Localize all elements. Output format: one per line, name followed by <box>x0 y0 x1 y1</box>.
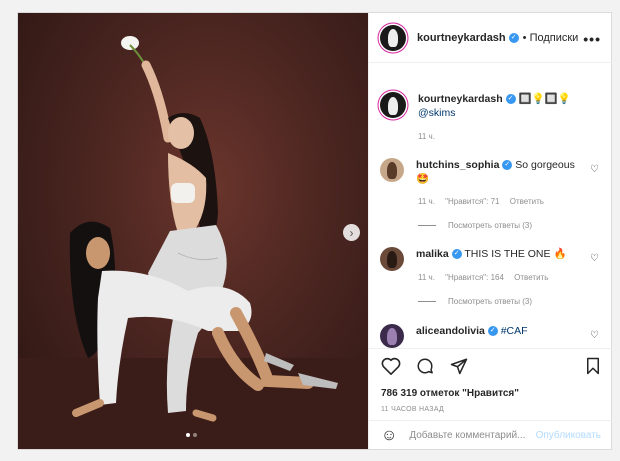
comments-list[interactable]: kourtneykardash ✓ 🔲💡🔲💡 @skims 11 ч. hutc… <box>369 64 613 348</box>
photo-illustration <box>18 36 368 449</box>
follow-button[interactable]: • Подписки <box>523 32 579 44</box>
comment-username[interactable]: malika <box>416 248 449 260</box>
comment-bubble-icon[interactable] <box>415 357 435 375</box>
caption-avatar[interactable] <box>380 92 406 118</box>
carousel-dot <box>186 433 190 437</box>
comment-text: THIS IS THE ONE <box>464 248 551 260</box>
carousel-dot <box>193 433 197 437</box>
comment-item: malika ✓ THIS IS THE ONE 🔥 <box>380 247 586 271</box>
verified-icon: ✓ <box>508 32 519 43</box>
comment-username[interactable]: hutchins_sophia <box>416 159 499 171</box>
comment-meta: 11 ч. "Нравится": 164 Ответить <box>418 273 556 282</box>
commenter-avatar[interactable] <box>380 247 404 271</box>
commenter-avatar[interactable] <box>380 324 404 348</box>
verified-icon: ✓ <box>487 326 498 337</box>
bookmark-icon[interactable] <box>585 357 601 375</box>
carousel-next-button[interactable]: › <box>343 224 360 241</box>
commenter-avatar[interactable] <box>380 158 404 182</box>
comment-time: 11 ч. <box>418 273 435 282</box>
carousel-dots <box>186 433 197 437</box>
post-frame: › kourtneykardash ✓ • Подписки ••• kourt… <box>17 12 613 450</box>
reply-button[interactable]: Ответить <box>514 273 548 282</box>
like-comment-icon[interactable]: ♡ <box>590 164 599 175</box>
like-comment-icon[interactable]: ♡ <box>590 330 599 341</box>
comment-composer: ☺ Добавьте комментарий... Опубликовать <box>369 420 613 450</box>
comment-likes[interactable]: "Нравится": 71 <box>445 197 499 206</box>
comment-text[interactable]: #CAF <box>501 325 528 337</box>
verified-icon: ✓ <box>505 94 516 105</box>
like-heart-icon[interactable] <box>381 357 401 375</box>
comment-item: aliceandolivia ✓ #CAF <box>380 324 586 348</box>
view-replies-button[interactable]: Посмотреть ответы (3) <box>418 221 532 230</box>
publish-button[interactable]: Опубликовать <box>536 430 601 441</box>
like-comment-icon[interactable]: ♡ <box>590 253 599 264</box>
author-username[interactable]: kourtneykardash <box>417 32 506 44</box>
likes-count[interactable]: 786 319 отметок "Нравится" <box>381 388 519 399</box>
verified-icon: ✓ <box>451 249 462 260</box>
author-avatar[interactable] <box>380 24 406 51</box>
share-send-icon[interactable] <box>449 357 469 375</box>
caption-mention[interactable]: @skims <box>418 107 456 119</box>
caption-username[interactable]: kourtneykardash <box>418 93 503 105</box>
post-sidebar: kourtneykardash ✓ • Подписки ••• kourtne… <box>368 13 613 449</box>
reply-button[interactable]: Ответить <box>510 197 544 206</box>
post-header: kourtneykardash ✓ • Подписки ••• <box>369 13 613 63</box>
comment-likes[interactable]: "Нравится": 164 <box>445 273 504 282</box>
caption-time: 11 ч. <box>418 132 435 141</box>
post-photo[interactable]: › <box>18 13 368 449</box>
comment-username[interactable]: aliceandolivia <box>416 325 485 337</box>
comment-time: 11 ч. <box>418 197 435 206</box>
comment-emoji: 🤩 <box>416 173 430 185</box>
emoji-icon[interactable]: ☺ <box>381 427 397 445</box>
view-replies-label[interactable]: Посмотреть ответы (3) <box>448 221 532 230</box>
comment-emoji: 🔥 <box>553 248 567 260</box>
view-replies-label[interactable]: Посмотреть ответы (3) <box>448 297 532 306</box>
caption: kourtneykardash ✓ 🔲💡🔲💡 @skims <box>380 92 588 120</box>
post-time: 11 ЧАСОВ НАЗАД <box>381 406 445 413</box>
post-actions: 786 319 отметок "Нравится" 11 ЧАСОВ НАЗА… <box>369 348 613 449</box>
comment-input[interactable]: Добавьте комментарий... <box>409 430 535 441</box>
comment-text: So gorgeous <box>515 159 575 171</box>
verified-icon: ✓ <box>502 160 513 171</box>
caption-emojis: 🔲💡🔲💡 <box>518 93 571 105</box>
view-replies-button[interactable]: Посмотреть ответы (3) <box>418 297 532 306</box>
more-options-icon[interactable]: ••• <box>583 31 601 47</box>
comment-item: hutchins_sophia ✓ So gorgeous 🤩 <box>380 158 586 186</box>
comment-meta: 11 ч. "Нравится": 71 Ответить <box>418 197 552 206</box>
